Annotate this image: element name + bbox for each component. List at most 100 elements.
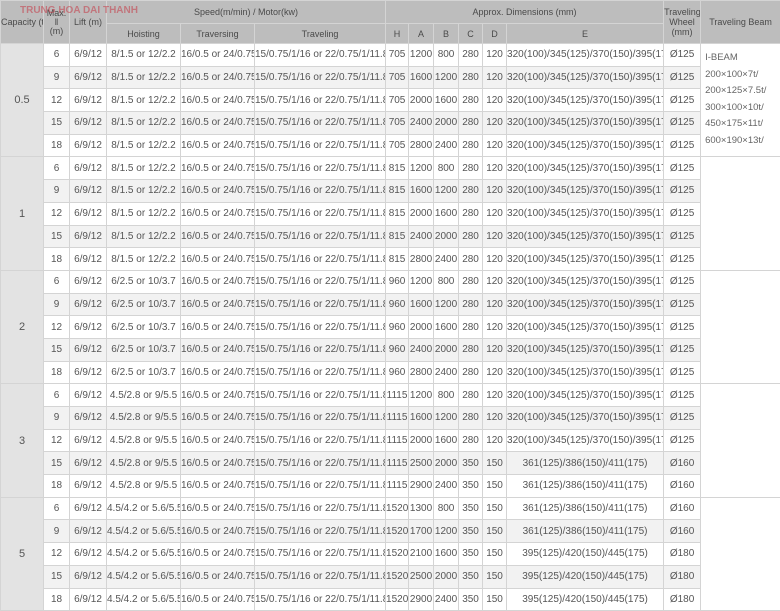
- table-row: 156/9/126/2.5 or 10/3.716/0.5 or 24/0.75…: [1, 338, 780, 361]
- dim-c-cell: 280: [459, 89, 483, 112]
- dim-d-cell: 120: [483, 429, 507, 452]
- dim-e-cell: 395(125)/420(150)/445(175): [507, 543, 664, 566]
- max-cell: 12: [44, 202, 70, 225]
- dim-b-cell: 2000: [434, 112, 459, 135]
- traveling-cell: 15/0.75/1/16 or 22/0.75/1/11.8: [255, 225, 386, 248]
- table-row: 0.566/9/128/1.5 or 12/2.216/0.5 or 24/0.…: [1, 44, 780, 67]
- hoisting-cell: 8/1.5 or 12/2.2: [107, 112, 181, 135]
- table-row: 156/9/128/1.5 or 12/2.216/0.5 or 24/0.75…: [1, 225, 780, 248]
- max-cell: 9: [44, 407, 70, 430]
- beam-spec-line: 200×100×7t/: [705, 67, 780, 84]
- hoisting-cell: 6/2.5 or 10/3.7: [107, 293, 181, 316]
- hoisting-cell: 4.5/4.2 or 5.6/5.5: [107, 565, 181, 588]
- dim-h-cell: 1520: [386, 543, 409, 566]
- lift-cell: 6/9/12: [70, 565, 107, 588]
- traveling-beam-cell: I-BEAM200×100×7t/200×125×7.5t/300×100×10…: [701, 44, 780, 157]
- dim-c-cell: 350: [459, 588, 483, 611]
- dim-b-cell: 2000: [434, 338, 459, 361]
- dim-c-cell: 280: [459, 134, 483, 157]
- table-row: 126/9/124.5/4.2 or 5.6/5.516/0.5 or 24/0…: [1, 543, 780, 566]
- dim-b-cell: 1600: [434, 89, 459, 112]
- wheel-cell: Ø180: [664, 588, 701, 611]
- max-cell: 15: [44, 225, 70, 248]
- dim-d-cell: 150: [483, 588, 507, 611]
- lift-cell: 6/9/12: [70, 407, 107, 430]
- traveling-cell: 15/0.75/1/16 or 22/0.75/1/11.8: [255, 112, 386, 135]
- lift-cell: 6/9/12: [70, 338, 107, 361]
- capacity-cell: 2: [1, 270, 44, 383]
- header-dimensions-group: Approx. Dimensions (mm): [386, 1, 664, 24]
- dim-d-cell: 120: [483, 270, 507, 293]
- header-b: B: [434, 24, 459, 44]
- dim-e-cell: 320(100)/345(125)/370(150)/395(175): [507, 429, 664, 452]
- dim-c-cell: 280: [459, 248, 483, 271]
- wheel-cell: Ø125: [664, 270, 701, 293]
- max-cell: 18: [44, 134, 70, 157]
- dim-a-cell: 2100: [409, 543, 434, 566]
- wheel-cell: Ø125: [664, 180, 701, 203]
- dim-h-cell: 1520: [386, 497, 409, 520]
- capacity-cell: 5: [1, 497, 44, 610]
- dim-d-cell: 120: [483, 384, 507, 407]
- specifications-table: Capacity (ton) Max. ǁ (m) Lift (m) Speed…: [0, 0, 780, 611]
- traveling-cell: 15/0.75/1/16 or 22/0.75/1/11.8: [255, 407, 386, 430]
- traversing-cell: 16/0.5 or 24/0.75: [181, 361, 255, 384]
- table-row: 96/9/124.5/4.2 or 5.6/5.516/0.5 or 24/0.…: [1, 520, 780, 543]
- wheel-cell: Ø125: [664, 66, 701, 89]
- dim-e-cell: 320(100)/345(125)/370(150)/395(175): [507, 112, 664, 135]
- lift-cell: 6/9/12: [70, 270, 107, 293]
- dim-h-cell: 960: [386, 270, 409, 293]
- dim-c-cell: 280: [459, 180, 483, 203]
- dim-e-cell: 361(125)/386(150)/411(175): [507, 452, 664, 475]
- traveling-cell: 15/0.75/1/16 or 22/0.75/1/11.8: [255, 588, 386, 611]
- header-h: H: [386, 24, 409, 44]
- lift-cell: 6/9/12: [70, 361, 107, 384]
- traveling-cell: 15/0.75/1/16 or 22/0.75/1/11.8: [255, 66, 386, 89]
- dim-e-cell: 320(100)/345(125)/370(150)/395(175): [507, 202, 664, 225]
- header-traveling-wheel: Traveling Wheel (mm): [664, 1, 701, 44]
- dim-d-cell: 150: [483, 497, 507, 520]
- lift-cell: 6/9/12: [70, 157, 107, 180]
- wheel-cell: Ø160: [664, 475, 701, 498]
- traversing-cell: 16/0.5 or 24/0.75: [181, 89, 255, 112]
- max-cell: 18: [44, 248, 70, 271]
- dim-e-cell: 320(100)/345(125)/370(150)/395(175): [507, 248, 664, 271]
- dim-a-cell: 1200: [409, 44, 434, 67]
- table-row: 126/9/124.5/2.8 or 9/5.516/0.5 or 24/0.7…: [1, 429, 780, 452]
- header-traveling: Traveling: [255, 24, 386, 44]
- traveling-cell: 15/0.75/1/16 or 22/0.75/1/11.8: [255, 157, 386, 180]
- dim-d-cell: 150: [483, 475, 507, 498]
- max-cell: 6: [44, 497, 70, 520]
- hoisting-cell: 4.5/2.8 or 9/5.5: [107, 429, 181, 452]
- dim-a-cell: 2000: [409, 89, 434, 112]
- dim-h-cell: 705: [386, 44, 409, 67]
- dim-d-cell: 150: [483, 543, 507, 566]
- dim-a-cell: 1300: [409, 497, 434, 520]
- traveling-cell: 15/0.75/1/16 or 22/0.75/1/11.8: [255, 475, 386, 498]
- hoisting-cell: 4.5/2.8 or 9/5.5: [107, 475, 181, 498]
- wheel-cell: Ø125: [664, 44, 701, 67]
- hoisting-cell: 4.5/4.2 or 5.6/5.5: [107, 497, 181, 520]
- table-body: 0.566/9/128/1.5 or 12/2.216/0.5 or 24/0.…: [1, 44, 780, 611]
- dim-b-cell: 800: [434, 44, 459, 67]
- wheel-cell: Ø125: [664, 407, 701, 430]
- dim-b-cell: 2000: [434, 565, 459, 588]
- table-row: 96/9/124.5/2.8 or 9/5.516/0.5 or 24/0.75…: [1, 407, 780, 430]
- dim-d-cell: 150: [483, 520, 507, 543]
- table-row: 156/9/124.5/4.2 or 5.6/5.516/0.5 or 24/0…: [1, 565, 780, 588]
- max-cell: 12: [44, 543, 70, 566]
- hoisting-cell: 8/1.5 or 12/2.2: [107, 202, 181, 225]
- dim-a-cell: 1200: [409, 384, 434, 407]
- max-cell: 18: [44, 361, 70, 384]
- table-row: 186/9/124.5/2.8 or 9/5.516/0.5 or 24/0.7…: [1, 475, 780, 498]
- dim-a-cell: 2000: [409, 316, 434, 339]
- table-row: 126/9/126/2.5 or 10/3.716/0.5 or 24/0.75…: [1, 316, 780, 339]
- beam-spec-line: I-BEAM: [705, 50, 780, 67]
- dim-a-cell: 2000: [409, 202, 434, 225]
- dim-c-cell: 350: [459, 452, 483, 475]
- hoisting-cell: 8/1.5 or 12/2.2: [107, 180, 181, 203]
- traversing-cell: 16/0.5 or 24/0.75: [181, 134, 255, 157]
- dim-e-cell: 361(125)/386(150)/411(175): [507, 520, 664, 543]
- dim-h-cell: 815: [386, 157, 409, 180]
- header-c: C: [459, 24, 483, 44]
